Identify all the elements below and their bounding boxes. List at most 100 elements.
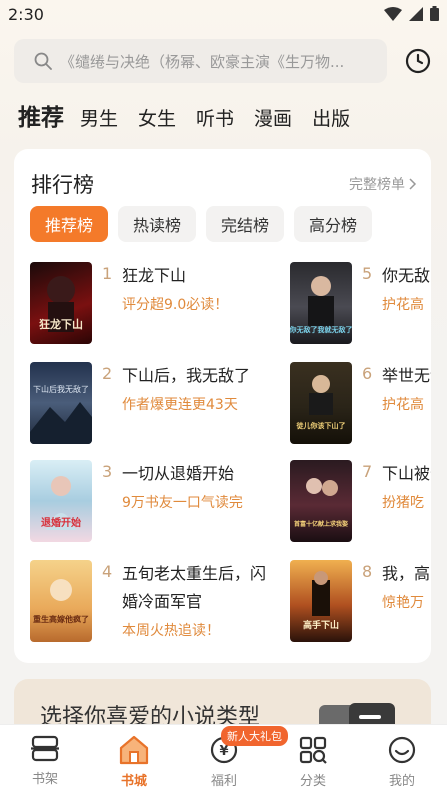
full-ranking-link[interactable]: 完整榜单 (349, 174, 417, 194)
search-placeholder: 《缱绻与决绝（杨幂、欧豪主演《生万物... (60, 52, 345, 71)
nav-label: 书架 (31, 772, 58, 787)
ranking-book-4[interactable]: 重生高嫁他疯了 4 五旬老太重生后，闪婚冷面军官 本周火热追读！ (30, 560, 268, 642)
wifi-icon (384, 6, 402, 21)
book-cover: 首富十亿献上求我娶 (290, 460, 352, 542)
ranking-book-5[interactable]: 你无敌了我就无敌了 5 你无敌 护花高 (290, 262, 431, 344)
ranking-book-3[interactable]: 退婚开始 3 一切从退婚开始 9万书友一口气读完 (30, 460, 268, 542)
book-desc: 扮猪吃 (382, 495, 424, 511)
nav-label: 我的 (388, 774, 415, 789)
nav-category[interactable]: 分类 (278, 735, 348, 789)
status-icons (384, 6, 439, 21)
book-cover: 高手下山 (290, 560, 352, 642)
tab-recommend[interactable]: 推荐 (18, 98, 64, 132)
ranking-book-8[interactable]: 高手下山 8 我，高 惊艳万 (290, 560, 431, 642)
nav-profile[interactable]: 我的 (367, 735, 437, 789)
book-cover-art: 重生高嫁他疯了 (33, 579, 89, 624)
tab-audiobook[interactable]: 听书 (196, 104, 234, 131)
nav-bookshelf[interactable]: 书架 (10, 735, 80, 787)
ranking-card: 排行榜 完整榜单 推荐榜 热读榜 完结榜 高分榜 狂龙下山 1 狂龙下山 评分超… (14, 149, 431, 663)
battery-icon (430, 6, 439, 21)
book-cover: 狂龙下山 (30, 262, 92, 344)
status-bar: 2:30 (0, 0, 447, 32)
category-icon (299, 736, 327, 764)
ranking-book-2[interactable]: 下山后我无敌了 2 下山后，我无敌了 作者爆更连更43天 (30, 362, 268, 444)
book-rank: 8 (362, 562, 373, 581)
book-title: 一切从退婚开始 (122, 464, 235, 483)
signal-icon (409, 6, 423, 21)
book-cover-art: 你无敌了我就无敌了 (290, 276, 352, 334)
ranking-book-6[interactable]: 徒儿你该下山了 6 举世无该下山 护花高 (290, 362, 431, 444)
ranking-title: 排行榜 (31, 173, 94, 197)
book-cover-title: 你无敌了我就无敌了 (290, 325, 352, 334)
svg-text:¥: ¥ (219, 744, 228, 759)
book-rank: 3 (102, 462, 113, 481)
book-cover-art: 徒儿你该下山了 (296, 375, 346, 430)
book-cover-title: 徒儿你该下山了 (296, 421, 346, 430)
nav-label: 福利 (210, 774, 237, 789)
book-cover-title: 退婚开始 (41, 516, 81, 529)
ranking-book-7[interactable]: 首富十亿献上求我娶 7 下山被十亿献 扮猪吃 (290, 460, 431, 542)
book-title: 狂龙下山 (122, 266, 187, 285)
book-cover: 下山后我无敌了 (30, 362, 92, 444)
book-cover-art: 高手下山 (303, 571, 339, 631)
chevron-right-icon (409, 178, 417, 190)
history-clock-icon[interactable] (405, 48, 431, 74)
book-rank: 1 (102, 264, 113, 283)
book-desc: 作者爆更连更43天 (122, 397, 238, 413)
category-tabs: 推荐 男生 女生 听书 漫画 出版 (18, 98, 370, 132)
book-desc: 惊艳万 (382, 595, 424, 611)
tab-female[interactable]: 女生 (138, 104, 176, 131)
book-desc: 护花高 (382, 397, 424, 413)
book-title: 下山被十亿献 (382, 464, 431, 483)
search-icon (34, 52, 52, 70)
book-title: 你无敌 (382, 266, 431, 285)
book-cover-title: 狂龙下山 (39, 317, 83, 331)
bookstore-icon (119, 735, 149, 765)
new-user-gift-badge[interactable]: 新人大礼包 (221, 726, 288, 746)
tab-publish[interactable]: 出版 (312, 104, 350, 131)
ranking-tabs: 推荐榜 热读榜 完结榜 高分榜 (30, 206, 373, 242)
book-title: 举世无该下山 (382, 366, 431, 385)
book-desc: 本周火热追读！ (122, 623, 220, 639)
ranking-tab-highscore[interactable]: 高分榜 (294, 206, 373, 242)
book-cover-art: 狂龙下山 (39, 276, 83, 332)
bookshelf-icon (31, 735, 59, 762)
book-title: 下山后，我无敌了 (122, 366, 251, 385)
search-input[interactable]: 《缱绻与决绝（杨幂、欧豪主演《生万物... (14, 39, 387, 83)
book-cover: 你无敌了我就无敌了 (290, 262, 352, 344)
book-cover-art: 首富十亿献上求我娶 (294, 478, 348, 528)
nav-label: 分类 (299, 774, 326, 789)
book-cover-title: 下山后我无敌了 (33, 384, 89, 394)
search-row: 《缱绻与决绝（杨幂、欧豪主演《生万物... (14, 39, 435, 83)
book-cover-art: 退婚开始 (41, 476, 81, 530)
book-cover-art: 下山后我无敌了 (30, 384, 92, 444)
book-rank: 6 (362, 364, 373, 383)
book-cover: 徒儿你该下山了 (290, 362, 352, 444)
book-title: 我，高 (382, 564, 431, 583)
ranking-tab-hot[interactable]: 热读榜 (118, 206, 197, 242)
book-rank: 2 (102, 364, 113, 383)
tab-male[interactable]: 男生 (80, 104, 118, 131)
nav-bookstore[interactable]: 书城 (99, 735, 169, 789)
book-cover: 退婚开始 (30, 460, 92, 542)
book-rank: 4 (102, 562, 113, 581)
ranking-book-1[interactable]: 狂龙下山 1 狂龙下山 评分超9.0必读！ (30, 262, 268, 344)
book-cover-title: 首富十亿献上求我娶 (294, 520, 348, 528)
tab-comic[interactable]: 漫画 (254, 104, 292, 131)
nav-label: 书城 (120, 774, 147, 789)
book-title: 五旬老太重生后，闪婚冷面军官 (122, 564, 267, 611)
ranking-tab-recommend[interactable]: 推荐榜 (30, 206, 109, 242)
ranking-book-list: 狂龙下山 1 狂龙下山 评分超9.0必读！ 下山后我无敌了 2 下山后，我无敌了… (14, 262, 431, 662)
book-rank: 5 (362, 264, 373, 283)
book-desc: 护花高 (382, 297, 424, 313)
profile-icon (388, 736, 416, 764)
status-time: 2:30 (8, 5, 44, 24)
book-cover: 重生高嫁他疯了 (30, 560, 92, 642)
book-desc: 9万书友一口气读完 (122, 495, 243, 511)
book-rank: 7 (362, 462, 373, 481)
book-desc: 评分超9.0必读！ (122, 297, 229, 313)
full-ranking-label: 完整榜单 (349, 177, 405, 193)
book-cover-title: 高手下山 (303, 619, 339, 631)
book-cover-title: 重生高嫁他疯了 (33, 614, 89, 624)
ranking-tab-finished[interactable]: 完结榜 (206, 206, 285, 242)
